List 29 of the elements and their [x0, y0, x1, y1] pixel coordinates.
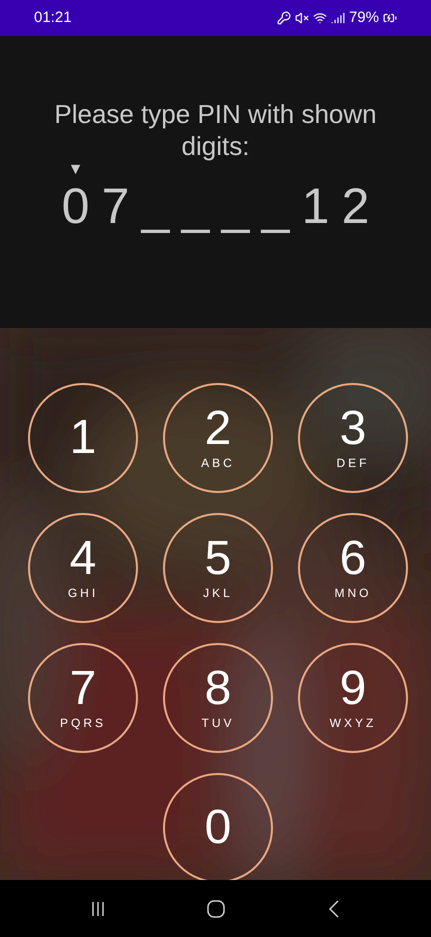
keypad-key[interactable]: 5 JKL: [163, 513, 273, 623]
keypad-key[interactable]: 7 PQRS: [28, 643, 138, 753]
recent-apps-icon[interactable]: [91, 900, 106, 916]
mute-icon: [294, 11, 309, 25]
signal-icon: [330, 11, 345, 25]
keypad-key[interactable]: 6 MNO: [298, 513, 408, 623]
pin-digit: 7: [102, 178, 130, 234]
home-icon[interactable]: [207, 900, 226, 918]
battery-percent: 79%: [348, 8, 379, 28]
keypad-key[interactable]: 4 GHI: [28, 513, 138, 623]
battery-icon: [383, 11, 397, 25]
pin-digit: _: [222, 178, 250, 234]
pin-digit: 2: [342, 178, 370, 234]
back-icon[interactable]: [328, 900, 340, 918]
pin-digit: _: [182, 178, 210, 234]
keypad-key[interactable]: 8 TUV: [163, 643, 273, 753]
status-time: 01:21: [34, 8, 72, 28]
keypad-key[interactable]: 1: [28, 383, 138, 493]
key-icon: [276, 11, 291, 25]
wifi-icon: [312, 11, 327, 25]
keypad-key[interactable]: 3 DEF: [298, 383, 408, 493]
pin-digit: _: [262, 178, 290, 234]
pin-digit: 0: [62, 178, 90, 234]
keypad-key[interactable]: 2 ABC: [163, 383, 273, 493]
cursor-marker: ▼: [68, 162, 84, 178]
pin-digit: _: [142, 178, 170, 234]
keypad-key[interactable]: 9 WXYZ: [298, 643, 408, 753]
pin-digit: 1: [302, 178, 330, 234]
pin-prompt: Please type PIN with shown digits:: [53, 98, 378, 162]
